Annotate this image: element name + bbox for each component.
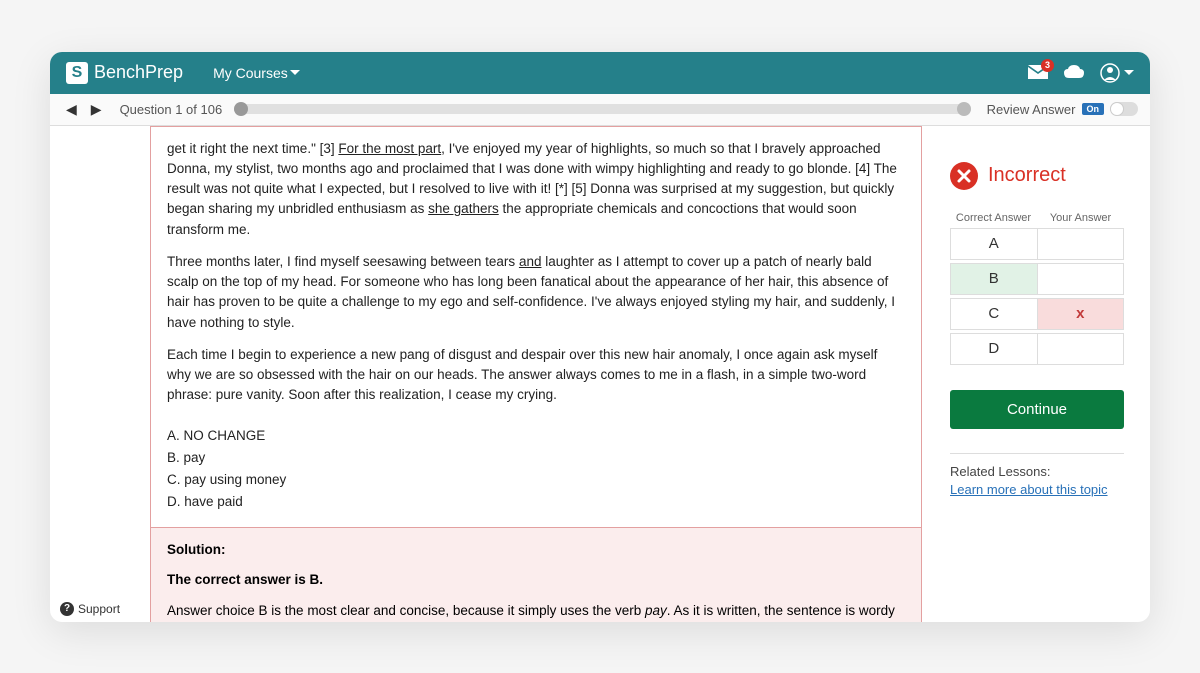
answer-choices: A. NO CHANGE B. pay C. pay using money D… — [167, 418, 905, 513]
your-cell — [1037, 334, 1124, 364]
toggle-switch[interactable] — [1110, 102, 1138, 116]
choice-a: A. NO CHANGE — [167, 426, 905, 446]
brand-icon: S — [66, 62, 88, 84]
correct-cell: D — [951, 334, 1037, 364]
review-answer-toggle[interactable]: Review Answer On — [987, 102, 1138, 117]
correct-cell: C — [951, 299, 1037, 329]
table-row: B — [950, 263, 1124, 295]
chevron-down-icon — [1124, 70, 1134, 75]
incorrect-icon — [950, 162, 978, 190]
messages-icon[interactable]: 3 — [1028, 65, 1048, 81]
review-label: Review Answer — [987, 102, 1076, 117]
your-cell — [1037, 264, 1124, 294]
underline-segment: and — [519, 254, 542, 269]
progress-handle[interactable] — [957, 102, 971, 116]
cloud-icon[interactable] — [1064, 65, 1084, 81]
top-bar: S BenchPrep My Courses 3 — [50, 52, 1150, 94]
profile-menu[interactable] — [1100, 63, 1134, 83]
solution-box: Solution: The correct answer is B. Answe… — [150, 527, 922, 622]
result-sidebar: Incorrect Correct Answer Your Answer A B… — [940, 126, 1150, 622]
help-icon: ? — [60, 602, 74, 616]
related-lessons-link[interactable]: Learn more about this topic — [950, 482, 1124, 497]
passage-para-2: Three months later, I find myself seesaw… — [167, 252, 905, 333]
underline-segment: For the most part — [338, 141, 441, 156]
toggle-state-label: On — [1082, 103, 1105, 115]
solution-heading: Solution: — [167, 540, 905, 561]
sub-bar: ◀ ▶ Question 1 of 106 Review Answer On — [50, 94, 1150, 126]
col-header-correct: Correct Answer — [950, 212, 1037, 224]
support-label: Support — [78, 602, 120, 616]
brand-logo[interactable]: S BenchPrep — [66, 62, 183, 84]
answer-comparison-table: Correct Answer Your Answer A B C x D — [950, 212, 1124, 368]
brand-text: BenchPrep — [94, 62, 183, 83]
your-cell — [1037, 229, 1124, 259]
continue-button[interactable]: Continue — [950, 390, 1124, 429]
content-column: get it right the next time." [3] For the… — [50, 126, 940, 622]
choice-b: B. pay — [167, 448, 905, 468]
choice-c: C. pay using money — [167, 470, 905, 490]
your-cell: x — [1037, 299, 1124, 329]
progress-start-knob — [234, 102, 248, 116]
correct-answer-statement: The correct answer is B. — [167, 570, 905, 591]
notification-badge: 3 — [1041, 59, 1054, 72]
prev-question-button[interactable]: ◀ — [62, 99, 81, 120]
underline-segment: she gathers — [428, 201, 499, 216]
support-button[interactable]: ? Support — [60, 602, 120, 616]
passage-para-1: get it right the next time." [3] For the… — [167, 139, 905, 240]
table-row: C x — [950, 298, 1124, 330]
progress-slider[interactable] — [234, 104, 970, 114]
next-question-button[interactable]: ▶ — [87, 99, 106, 120]
passage-para-3: Each time I begin to experience a new pa… — [167, 345, 905, 406]
my-courses-menu[interactable]: My Courses — [213, 65, 300, 81]
chevron-down-icon — [290, 70, 300, 75]
related-lessons-label: Related Lessons: — [950, 464, 1124, 479]
solution-explanation: Answer choice B is the most clear and co… — [167, 601, 905, 621]
question-counter: Question 1 of 106 — [120, 102, 223, 117]
choice-d: D. have paid — [167, 492, 905, 512]
result-label: Incorrect — [988, 164, 1066, 187]
correct-cell: B — [951, 264, 1037, 294]
table-row: D — [950, 333, 1124, 365]
col-header-your: Your Answer — [1037, 212, 1124, 224]
passage-box: get it right the next time." [3] For the… — [150, 126, 922, 527]
my-courses-label: My Courses — [213, 65, 288, 81]
correct-cell: A — [951, 229, 1037, 259]
table-row: A — [950, 228, 1124, 260]
result-status: Incorrect — [950, 162, 1124, 190]
divider — [950, 453, 1124, 454]
